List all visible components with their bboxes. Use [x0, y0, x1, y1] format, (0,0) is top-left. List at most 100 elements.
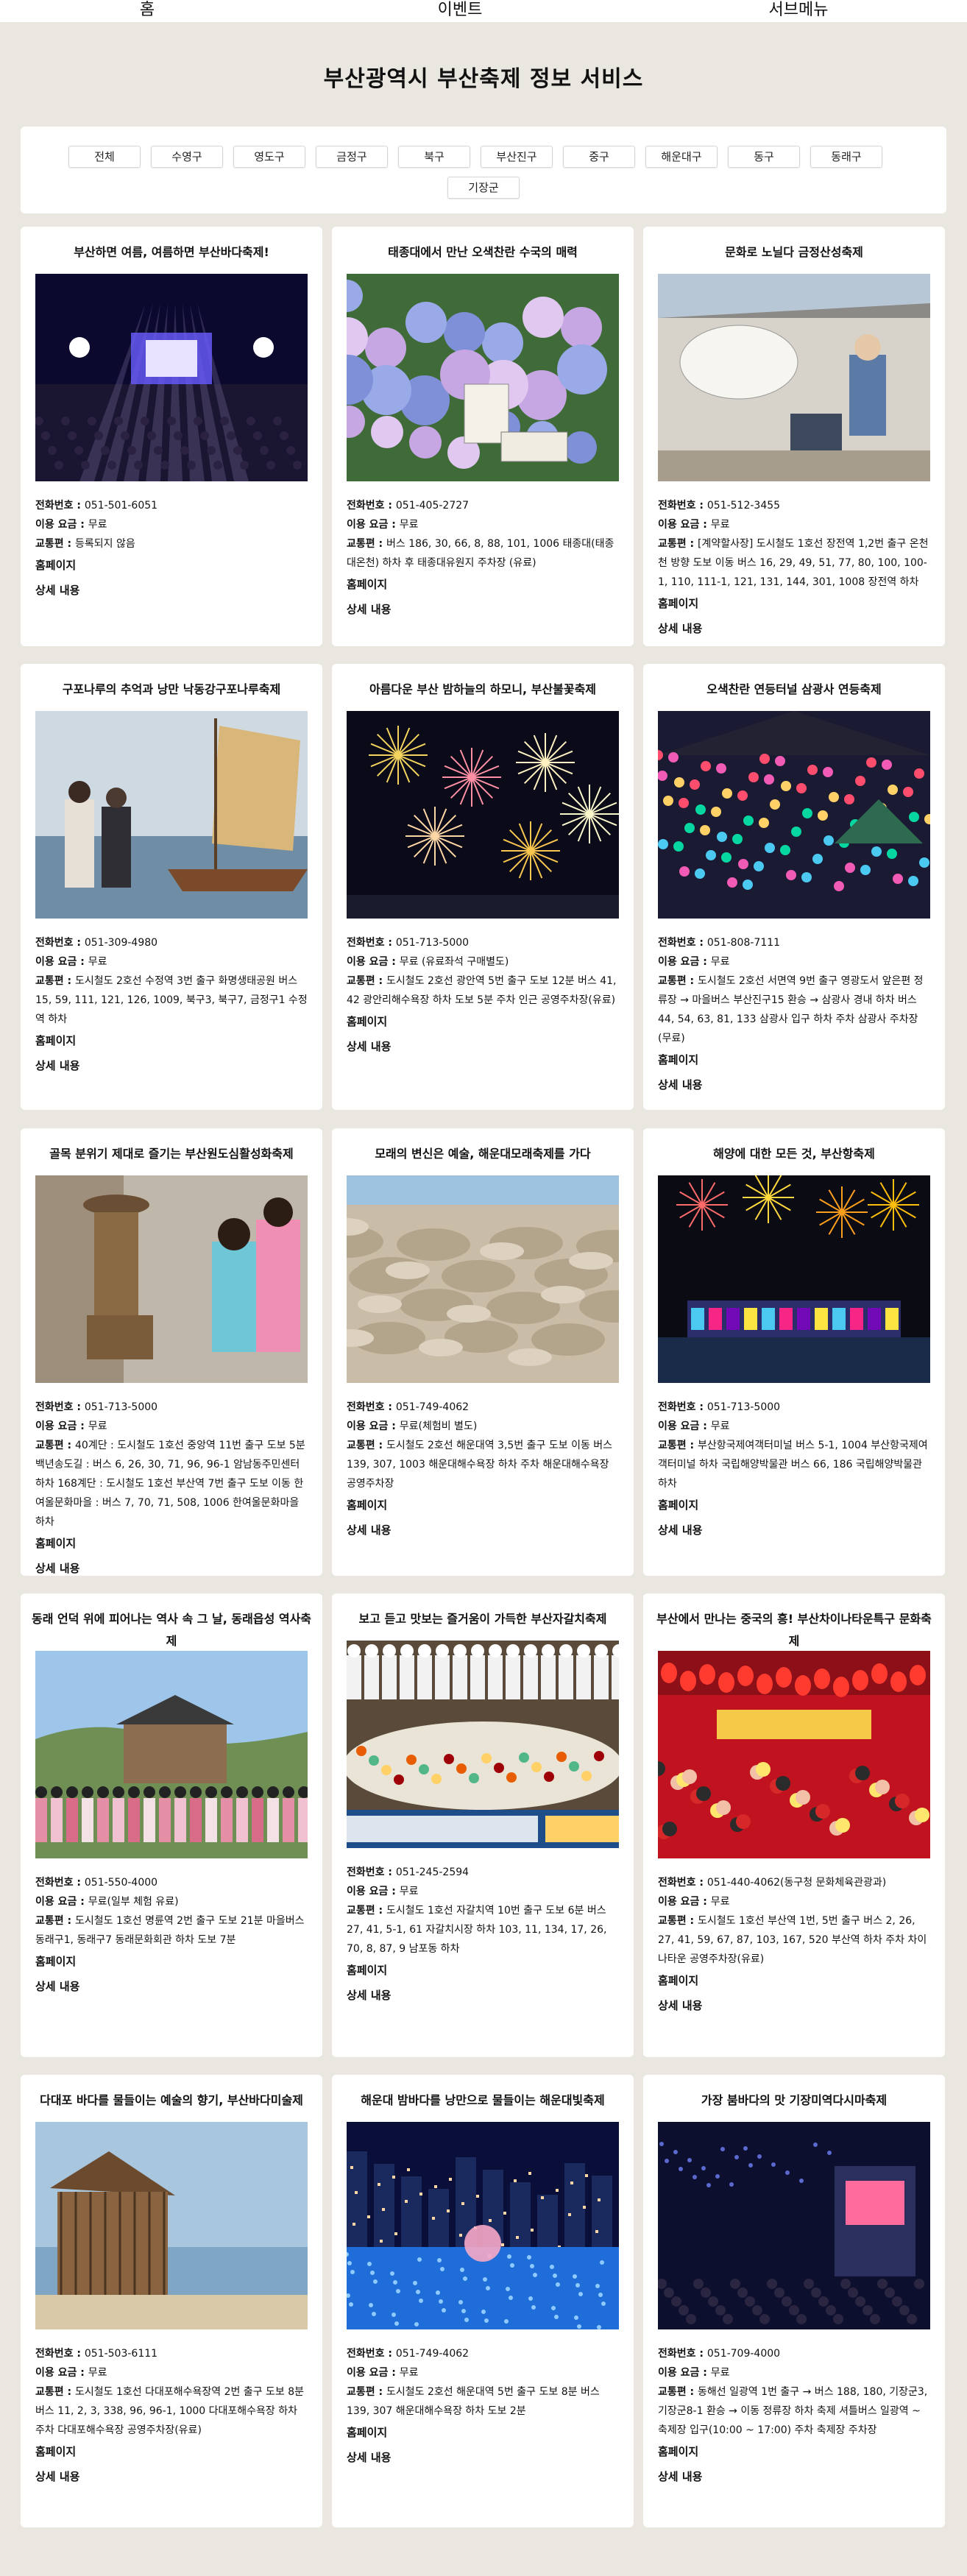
filter-buk-button[interactable]: 북구 [398, 146, 470, 168]
detail-link[interactable]: 상세 내용 [347, 1521, 619, 1540]
festival-title-link[interactable]: 골목 분위기 제대로 즐기는 부산원도심활성화축제 [31, 1143, 312, 1165]
festival-title-link[interactable]: 태종대에서 만난 오색찬란 수국의 매력 [342, 241, 623, 263]
festival-card: 부산에서 만나는 중국의 흥! 부산차이나타운특구 문화축제 전화번호 : 05… [643, 1593, 945, 2057]
traffic-label: 교통편 : [347, 2386, 386, 2398]
festival-title-link[interactable]: 해양에 대한 모든 것, 부산항축제 [653, 1143, 935, 1165]
filter-yeongdo-button[interactable]: 영도구 [233, 146, 305, 168]
detail-link[interactable]: 상세 내용 [347, 1986, 619, 2005]
homepage-link[interactable]: 홈페이지 [35, 1031, 308, 1050]
festival-title-link[interactable]: 오색찬란 연등터널 삼광사 연등축제 [653, 679, 935, 701]
homepage-link[interactable]: 홈페이지 [347, 1961, 619, 1980]
homepage-link[interactable]: 홈페이지 [658, 1496, 930, 1515]
traffic-value: 도시철도 1호선 부산역 1번, 5번 출구 버스 2, 26, 27, 41,… [658, 1915, 927, 1965]
fee-row: 이용 요금 : 무료(일부 체험 유료) [35, 1892, 308, 1911]
filter-jung-button[interactable]: 중구 [563, 146, 635, 168]
traffic-row: 교통편 : 도시철도 2호선 광안역 5번 출구 도보 12분 버스 41, 4… [347, 972, 619, 1010]
festival-title-link[interactable]: 부산하면 여름, 여름하면 부산바다축제! [31, 241, 312, 263]
fee-row: 이용 요금 : 무료 [658, 2363, 930, 2382]
homepage-link[interactable]: 홈페이지 [35, 2442, 308, 2461]
phone-row: 전화번호 : 051-713-5000 [35, 1398, 308, 1417]
sand-icon [347, 1175, 619, 1383]
detail-link[interactable]: 상세 내용 [347, 1037, 619, 1056]
festival-title-link[interactable]: 다대포 바다를 물들이는 예술의 향기, 부산바다미술제 [31, 2090, 312, 2112]
festival-title-link[interactable]: 해운대 밤바다를 낭만으로 물들이는 해운대빛축제 [342, 2090, 623, 2112]
fee-value: 무료 [88, 2367, 107, 2379]
detail-link[interactable]: 상세 내용 [35, 1977, 308, 1996]
nav-submenu-link[interactable]: 서브메뉴 [769, 0, 829, 22]
homepage-link[interactable]: 홈페이지 [347, 1496, 619, 1515]
traffic-row: 교통편 : 등록되지 않음 [35, 534, 308, 553]
phone-value: 051-503-6111 [84, 2348, 158, 2360]
festival-info: 전화번호 : 051-440-4062(동구청 문화체육관광과) 이용 요금 :… [658, 1873, 930, 2015]
fortress-icon [35, 1651, 308, 1858]
homepage-link[interactable]: 홈페이지 [347, 2423, 619, 2442]
filter-dongnae-button[interactable]: 동래구 [810, 146, 882, 168]
phone-value: 051-808-7111 [706, 937, 781, 949]
phone-value: 051-440-4062(동구청 문화체육관광과) [706, 1877, 887, 1889]
fee-label: 이용 요금 : [658, 2367, 711, 2379]
traffic-label: 교통편 : [35, 1440, 75, 1451]
festival-title-link[interactable]: 동래 언덕 위에 피어나는 역사 속 그 날, 동래읍성 역사축제 [31, 1608, 312, 1652]
detail-link[interactable]: 상세 내용 [658, 619, 930, 638]
homepage-link[interactable]: 홈페이지 [658, 1050, 930, 1069]
traffic-row: 교통편 : 40계단 : 도시철도 1호선 중앙역 11번 출구 도보 5분 백… [35, 1436, 308, 1532]
traffic-value: 도시철도 1호선 다대포해수욕장역 2번 출구 도보 8분 버스 11, 2, … [35, 2386, 305, 2436]
festival-title-link[interactable]: 보고 듣고 맛보는 즐거움이 가득한 부산자갈치축제 [342, 1608, 623, 1630]
homepage-link[interactable]: 홈페이지 [658, 594, 930, 613]
detail-link[interactable]: 상세 내용 [35, 2467, 308, 2486]
homepage-link[interactable]: 홈페이지 [658, 2442, 930, 2461]
fee-label: 이용 요금 : [35, 519, 88, 531]
fee-value: 무료 [710, 956, 730, 968]
homepage-link[interactable]: 홈페이지 [35, 556, 308, 575]
detail-link[interactable]: 상세 내용 [658, 1521, 930, 1540]
homepage-link[interactable]: 홈페이지 [347, 575, 619, 594]
detail-link[interactable]: 상세 내용 [347, 2448, 619, 2467]
phone-value: 051-749-4062 [395, 1401, 470, 1413]
traffic-value: [계약할사장] 도시철도 1호선 장전역 1,2번 출구 온천천 방향 도보 이… [658, 538, 929, 588]
homepage-link[interactable]: 홈페이지 [35, 1952, 308, 1971]
festival-title-link[interactable]: 구포나루의 추억과 낭만 낙동강구포나루축제 [31, 679, 312, 701]
filter-gijang-button[interactable]: 기장군 [447, 177, 520, 199]
detail-link[interactable]: 상세 내용 [35, 1056, 308, 1075]
fee-label: 이용 요금 : [347, 519, 400, 531]
traffic-label: 교통편 : [347, 1905, 386, 1917]
fee-label: 이용 요금 : [35, 1420, 88, 1432]
fee-value: 무료(일부 체험 유료) [88, 1896, 179, 1908]
filter-dong-button[interactable]: 동구 [728, 146, 800, 168]
detail-link[interactable]: 상세 내용 [35, 581, 308, 600]
traffic-label: 교통편 : [658, 975, 698, 987]
festival-title-link[interactable]: 부산에서 만나는 중국의 흥! 부산차이나타운특구 문화축제 [653, 1608, 935, 1652]
sailboat-icon [35, 711, 308, 919]
fee-row: 이용 요금 : 무료 [35, 515, 308, 534]
nav-event-link[interactable]: 이벤트 [438, 0, 483, 22]
festival-title-link[interactable]: 아름다운 부산 밤하늘의 하모니, 부산불꽃축제 [342, 679, 623, 701]
detail-link[interactable]: 상세 내용 [658, 2467, 930, 2486]
festival-title-link[interactable]: 모래의 변신은 예술, 해운대모래축제를 가다 [342, 1143, 623, 1165]
festival-title-link[interactable]: 가장 붐바다의 맛 기장미역다시마축제 [653, 2090, 935, 2112]
detail-link[interactable]: 상세 내용 [658, 1996, 930, 2015]
detail-link[interactable]: 상세 내용 [35, 1559, 308, 1578]
fee-label: 이용 요금 : [347, 956, 400, 968]
traffic-row: 교통편 : [계약할사장] 도시철도 1호선 장전역 1,2번 출구 온천천 방… [658, 534, 930, 592]
detail-link[interactable]: 상세 내용 [658, 1075, 930, 1094]
homepage-link[interactable]: 홈페이지 [658, 1971, 930, 1990]
detail-link[interactable]: 상세 내용 [347, 600, 619, 619]
filter-busanjin-button[interactable]: 부산진구 [481, 146, 553, 168]
filter-all-button[interactable]: 전체 [68, 146, 141, 168]
traffic-label: 교통편 : [35, 975, 75, 987]
festival-card: 아름다운 부산 밤하늘의 하모니, 부산불꽃축제 전화번호 : 051-713-… [332, 664, 634, 1110]
filter-haeundae-button[interactable]: 해운대구 [645, 146, 718, 168]
filter-geumjeong-button[interactable]: 금정구 [316, 146, 388, 168]
traffic-row: 교통편 : 도시철도 2호선 해운대역 3,5번 출구 도보 이동 버스 139… [347, 1436, 619, 1493]
phone-label: 전화번호 : [658, 500, 707, 512]
festival-title-link[interactable]: 문화로 노닐다 금정산성축제 [653, 241, 935, 263]
homepage-link[interactable]: 홈페이지 [35, 1534, 308, 1553]
homepage-link[interactable]: 홈페이지 [347, 1012, 619, 1031]
nav-home-link[interactable]: 홈 [140, 0, 155, 22]
fee-label: 이용 요금 : [658, 956, 711, 968]
filter-suyeong-button[interactable]: 수영구 [151, 146, 223, 168]
fee-row: 이용 요금 : 무료 [347, 1882, 619, 1901]
traffic-label: 교통편 : [347, 975, 386, 987]
phone-label: 전화번호 : [35, 1401, 85, 1413]
fee-value: 무료 [88, 956, 107, 968]
